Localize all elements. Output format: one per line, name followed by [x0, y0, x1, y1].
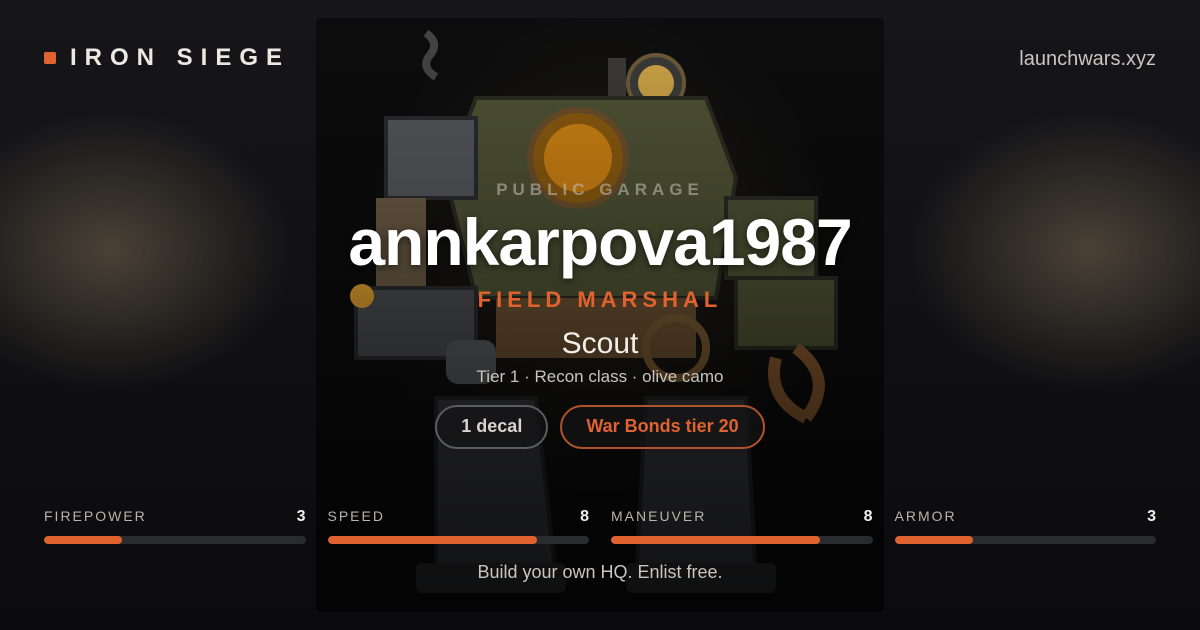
- badge-row: 1 decal War Bonds tier 20: [0, 404, 1200, 449]
- war-bonds-badge: War Bonds tier 20: [560, 404, 765, 449]
- stat-bar: [611, 536, 873, 544]
- stat-label: SPEED: [327, 508, 385, 524]
- decal-badge: 1 decal: [435, 404, 549, 449]
- stat-label: MANEUVER: [611, 508, 707, 524]
- site-domain[interactable]: launchwars.xyz: [1019, 48, 1156, 71]
- stats-row: FIREPOWER 3 SPEED 8 MANEUVER 8 ARMOR 3: [44, 508, 1156, 544]
- stat-maneuver: MANEUVER 8: [611, 508, 873, 544]
- profile-card: PUBLIC GARAGE annkarpova1987 FIELD MARSH…: [0, 180, 1200, 449]
- stat-bar-fill: [611, 536, 821, 544]
- stat-bar: [327, 536, 589, 544]
- stat-speed: SPEED 8: [327, 508, 589, 544]
- stat-bar: [44, 536, 306, 544]
- stat-armor: ARMOR 3: [894, 508, 1156, 544]
- mech-name: Scout: [561, 326, 639, 360]
- stat-label: ARMOR: [894, 508, 957, 524]
- stat-firepower: FIREPOWER 3: [44, 508, 306, 544]
- mech-subtitle: Tier 1 · Recon class · olive camo: [476, 366, 724, 386]
- brand-name: IRON SIEGE: [70, 44, 291, 71]
- username: annkarpova1987: [348, 205, 852, 279]
- stat-bar: [894, 536, 1156, 544]
- stat-label: FIREPOWER: [44, 508, 147, 524]
- stat-bar-fill: [894, 536, 973, 544]
- stat-bar-fill: [44, 536, 123, 544]
- brand-square-icon: [44, 52, 56, 64]
- stat-bar-fill: [327, 536, 537, 544]
- stat-value: 3: [1147, 508, 1156, 525]
- rank-title: FIELD MARSHAL: [477, 286, 723, 312]
- cta-text[interactable]: Build your own HQ. Enlist free.: [0, 562, 1200, 583]
- stat-value: 8: [580, 508, 589, 525]
- garage-kicker: PUBLIC GARAGE: [496, 180, 704, 199]
- stat-value: 3: [296, 508, 306, 525]
- stat-value: 8: [863, 508, 873, 525]
- brand[interactable]: IRON SIEGE: [44, 44, 290, 72]
